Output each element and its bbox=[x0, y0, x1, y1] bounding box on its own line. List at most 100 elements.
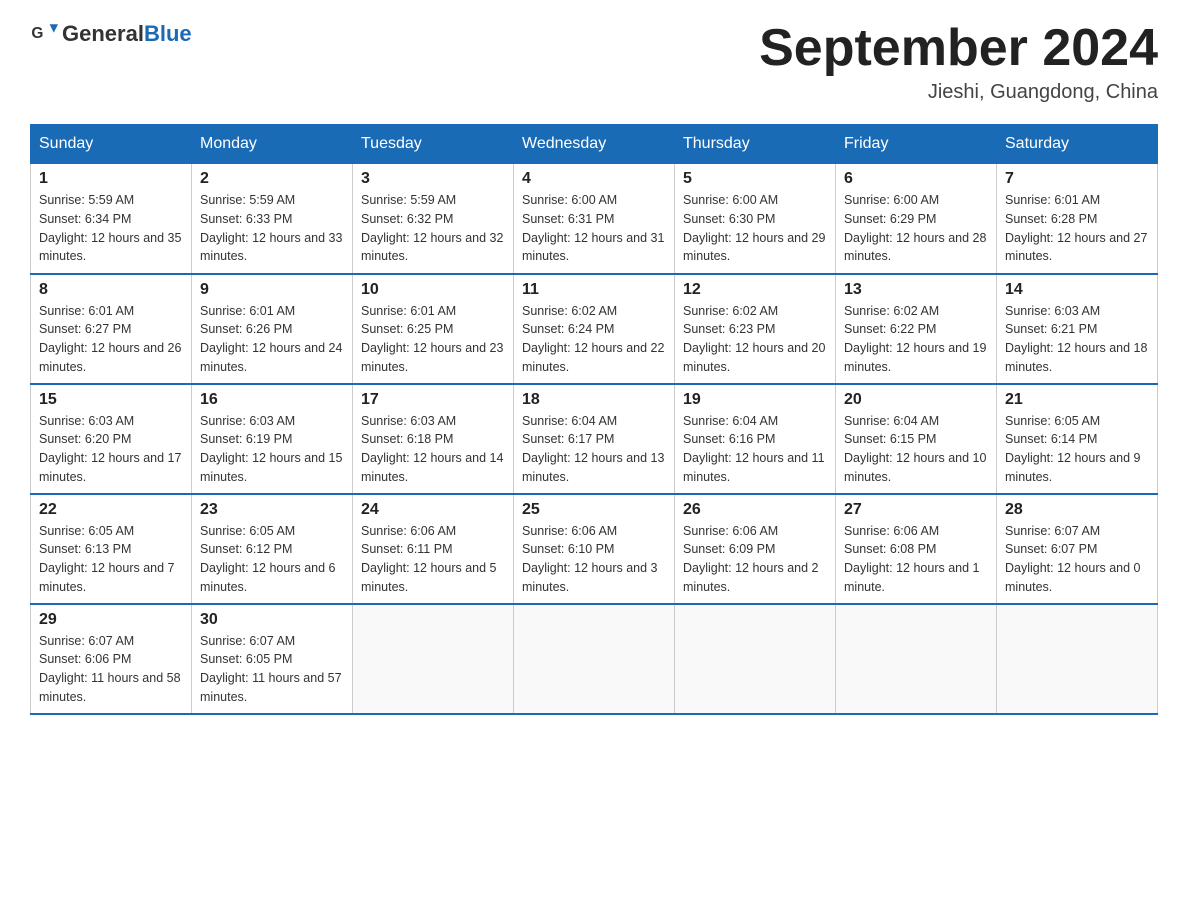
day-number: 21 bbox=[1005, 391, 1149, 409]
calendar-header: September 2024 Jieshi, Guangdong, China bbox=[759, 20, 1158, 104]
calendar-day-cell: 2Sunrise: 5:59 AMSunset: 6:33 PMDaylight… bbox=[192, 164, 353, 274]
calendar-day-cell: 4 Sunrise: 6:00 AMSunset: 6:31 PMDaylight… bbox=[514, 164, 675, 274]
calendar-day-cell: 18Sunrise: 6:04 AMSunset: 6:17 PMDayligh… bbox=[514, 384, 675, 494]
day-number: 19 bbox=[683, 391, 827, 409]
calendar-day-cell bbox=[836, 604, 997, 714]
day-info: Sunrise: 5:59 AMSunset: 6:32 PMDaylight:… bbox=[361, 191, 505, 266]
logo-icon: G bbox=[30, 20, 58, 48]
day-number: 26 bbox=[683, 501, 827, 519]
day-number: 16 bbox=[200, 391, 344, 409]
day-info: Sunrise: 6:07 AMSunset: 6:05 PMDaylight:… bbox=[200, 632, 344, 707]
logo-blue: Blue bbox=[144, 21, 192, 47]
day-number: 20 bbox=[844, 391, 988, 409]
day-number: 8 bbox=[39, 281, 183, 299]
calendar-day-cell: 19 Sunrise: 6:04 AMSunset: 6:16 PMDayligh… bbox=[675, 384, 836, 494]
calendar-day-cell: 28 Sunrise: 6:07 AMSunset: 6:07 PMDayligh… bbox=[997, 494, 1158, 604]
day-number: 23 bbox=[200, 501, 344, 519]
day-info: Sunrise: 6:06 AMSunset: 6:10 PMDaylight:… bbox=[522, 522, 666, 597]
day-info: Sunrise: 6:06 AMSunset: 6:11 PMDaylight:… bbox=[361, 522, 505, 597]
day-info: Sunrise: 6:01 AMSunset: 6:27 PMDaylight:… bbox=[39, 302, 183, 377]
day-info: Sunrise: 6:00 AMSunset: 6:30 PMDaylight:… bbox=[683, 191, 827, 266]
column-header-saturday: Saturday bbox=[997, 125, 1158, 164]
day-info: Sunrise: 6:05 AMSunset: 6:12 PMDaylight:… bbox=[200, 522, 344, 597]
day-number: 15 bbox=[39, 391, 183, 409]
day-number: 27 bbox=[844, 501, 988, 519]
column-header-monday: Monday bbox=[192, 125, 353, 164]
calendar-title: September 2024 bbox=[759, 20, 1158, 77]
day-info: Sunrise: 6:07 AMSunset: 6:06 PMDaylight:… bbox=[39, 632, 183, 707]
calendar-day-cell bbox=[514, 604, 675, 714]
calendar-day-cell bbox=[675, 604, 836, 714]
calendar-day-cell: 8 Sunrise: 6:01 AMSunset: 6:27 PMDaylight… bbox=[31, 274, 192, 384]
logo-general: General bbox=[62, 21, 144, 47]
calendar-day-cell: 11 Sunrise: 6:02 AMSunset: 6:24 PMDayligh… bbox=[514, 274, 675, 384]
day-number: 10 bbox=[361, 281, 505, 299]
day-info: Sunrise: 6:07 AMSunset: 6:07 PMDaylight:… bbox=[1005, 522, 1149, 597]
day-number: 12 bbox=[683, 281, 827, 299]
day-info: Sunrise: 6:01 AMSunset: 6:28 PMDaylight:… bbox=[1005, 191, 1149, 266]
calendar-week-row: 22Sunrise: 6:05 AMSunset: 6:13 PMDayligh… bbox=[31, 494, 1158, 604]
day-number: 28 bbox=[1005, 501, 1149, 519]
day-info: Sunrise: 6:04 AMSunset: 6:17 PMDaylight:… bbox=[522, 412, 666, 487]
day-number: 4 bbox=[522, 170, 666, 188]
day-number: 22 bbox=[39, 501, 183, 519]
calendar-day-cell: 21 Sunrise: 6:05 AMSunset: 6:14 PMDayligh… bbox=[997, 384, 1158, 494]
day-info: Sunrise: 6:01 AMSunset: 6:25 PMDaylight:… bbox=[361, 302, 505, 377]
calendar-day-cell: 22Sunrise: 6:05 AMSunset: 6:13 PMDayligh… bbox=[31, 494, 192, 604]
day-number: 7 bbox=[1005, 170, 1149, 188]
day-number: 29 bbox=[39, 611, 183, 629]
calendar-day-cell: 23 Sunrise: 6:05 AMSunset: 6:12 PMDayligh… bbox=[192, 494, 353, 604]
day-number: 30 bbox=[200, 611, 344, 629]
column-header-tuesday: Tuesday bbox=[353, 125, 514, 164]
day-info: Sunrise: 6:02 AMSunset: 6:24 PMDaylight:… bbox=[522, 302, 666, 377]
day-info: Sunrise: 5:59 AMSunset: 6:34 PMDaylight:… bbox=[39, 191, 183, 266]
calendar-week-row: 15Sunrise: 6:03 AMSunset: 6:20 PMDayligh… bbox=[31, 384, 1158, 494]
calendar-day-cell: 25Sunrise: 6:06 AMSunset: 6:10 PMDayligh… bbox=[514, 494, 675, 604]
calendar-day-cell: 27Sunrise: 6:06 AMSunset: 6:08 PMDayligh… bbox=[836, 494, 997, 604]
calendar-week-row: 8 Sunrise: 6:01 AMSunset: 6:27 PMDaylight… bbox=[31, 274, 1158, 384]
column-header-friday: Friday bbox=[836, 125, 997, 164]
calendar-day-cell: 6 Sunrise: 6:00 AMSunset: 6:29 PMDaylight… bbox=[836, 164, 997, 274]
day-number: 24 bbox=[361, 501, 505, 519]
calendar-day-cell: 14Sunrise: 6:03 AMSunset: 6:21 PMDayligh… bbox=[997, 274, 1158, 384]
day-number: 6 bbox=[844, 170, 988, 188]
column-header-wednesday: Wednesday bbox=[514, 125, 675, 164]
day-info: Sunrise: 6:02 AMSunset: 6:23 PMDaylight:… bbox=[683, 302, 827, 377]
calendar-day-cell: 26Sunrise: 6:06 AMSunset: 6:09 PMDayligh… bbox=[675, 494, 836, 604]
day-info: Sunrise: 6:04 AMSunset: 6:16 PMDaylight:… bbox=[683, 412, 827, 487]
calendar-header-row: SundayMondayTuesdayWednesdayThursdayFrid… bbox=[31, 125, 1158, 164]
calendar-day-cell: 13Sunrise: 6:02 AMSunset: 6:22 PMDayligh… bbox=[836, 274, 997, 384]
calendar-day-cell: 24 Sunrise: 6:06 AMSunset: 6:11 PMDayligh… bbox=[353, 494, 514, 604]
day-number: 2 bbox=[200, 170, 344, 188]
calendar-day-cell: 20 Sunrise: 6:04 AMSunset: 6:15 PMDayligh… bbox=[836, 384, 997, 494]
day-info: Sunrise: 6:05 AMSunset: 6:14 PMDaylight:… bbox=[1005, 412, 1149, 487]
calendar-day-cell: 12 Sunrise: 6:02 AMSunset: 6:23 PMDayligh… bbox=[675, 274, 836, 384]
calendar-week-row: 1Sunrise: 5:59 AMSunset: 6:34 PMDaylight… bbox=[31, 164, 1158, 274]
day-info: Sunrise: 6:01 AMSunset: 6:26 PMDaylight:… bbox=[200, 302, 344, 377]
svg-text:G: G bbox=[31, 25, 43, 42]
day-number: 9 bbox=[200, 281, 344, 299]
calendar-day-cell: 1Sunrise: 5:59 AMSunset: 6:34 PMDaylight… bbox=[31, 164, 192, 274]
column-header-thursday: Thursday bbox=[675, 125, 836, 164]
day-info: Sunrise: 6:00 AMSunset: 6:31 PMDaylight:… bbox=[522, 191, 666, 266]
calendar-day-cell: 5 Sunrise: 6:00 AMSunset: 6:30 PMDaylight… bbox=[675, 164, 836, 274]
calendar-week-row: 29 Sunrise: 6:07 AMSunset: 6:06 PMDayligh… bbox=[31, 604, 1158, 714]
calendar-day-cell bbox=[353, 604, 514, 714]
day-number: 11 bbox=[522, 281, 666, 299]
calendar-day-cell: 3 Sunrise: 5:59 AMSunset: 6:32 PMDaylight… bbox=[353, 164, 514, 274]
calendar-table: SundayMondayTuesdayWednesdayThursdayFrid… bbox=[30, 124, 1158, 715]
page-header: G General Blue September 2024 Jieshi, Gu… bbox=[30, 20, 1158, 104]
calendar-day-cell: 15Sunrise: 6:03 AMSunset: 6:20 PMDayligh… bbox=[31, 384, 192, 494]
day-number: 17 bbox=[361, 391, 505, 409]
logo-wordmark: General Blue bbox=[62, 21, 192, 47]
day-number: 3 bbox=[361, 170, 505, 188]
calendar-day-cell: 17 Sunrise: 6:03 AMSunset: 6:18 PMDayligh… bbox=[353, 384, 514, 494]
calendar-day-cell bbox=[997, 604, 1158, 714]
day-number: 5 bbox=[683, 170, 827, 188]
calendar-day-cell: 16Sunrise: 6:03 AMSunset: 6:19 PMDayligh… bbox=[192, 384, 353, 494]
day-info: Sunrise: 6:03 AMSunset: 6:21 PMDaylight:… bbox=[1005, 302, 1149, 377]
day-info: Sunrise: 6:03 AMSunset: 6:18 PMDaylight:… bbox=[361, 412, 505, 487]
day-info: Sunrise: 6:04 AMSunset: 6:15 PMDaylight:… bbox=[844, 412, 988, 487]
day-info: Sunrise: 6:00 AMSunset: 6:29 PMDaylight:… bbox=[844, 191, 988, 266]
calendar-day-cell: 10 Sunrise: 6:01 AMSunset: 6:25 PMDayligh… bbox=[353, 274, 514, 384]
